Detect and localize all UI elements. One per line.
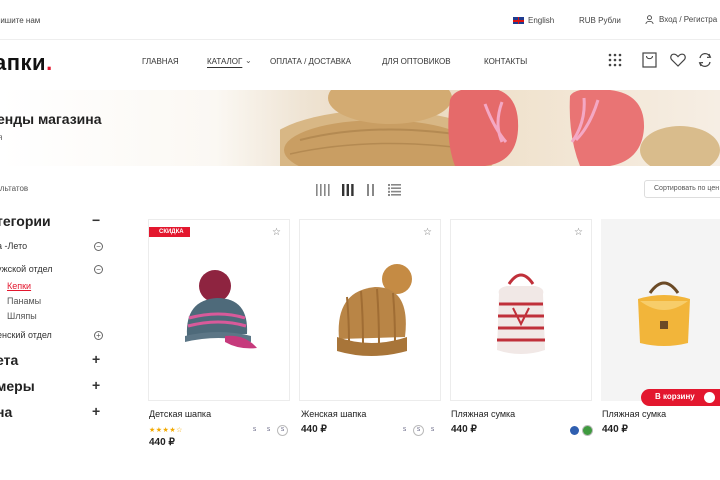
favorite-star-icon[interactable]: ☆ <box>574 227 583 238</box>
grid-icon[interactable] <box>606 51 624 69</box>
sidebar-item-hats[interactable]: Шляпы <box>7 311 37 321</box>
view-list-icon[interactable] <box>388 184 401 196</box>
filter-price-title[interactable]: на <box>0 404 12 420</box>
product-price: 440 ₽ <box>149 437 175 448</box>
product-name[interactable]: Женская шапка <box>301 409 366 419</box>
banner-image <box>280 90 720 166</box>
refresh-icon[interactable] <box>696 51 714 69</box>
product-price: 440 ₽ <box>451 424 477 435</box>
product-card[interactable]: ☆ <box>450 219 592 401</box>
filter-size-title[interactable]: меры <box>0 378 35 394</box>
product-card[interactable]: скидка ☆ <box>148 219 290 401</box>
collapse-icon[interactable]: − <box>92 212 100 228</box>
collapse-circle-icon[interactable]: − <box>94 265 103 274</box>
page-title: енды магазина <box>0 111 102 127</box>
favorite-star-icon[interactable]: ☆ <box>272 227 281 238</box>
color-swatch[interactable]: S <box>428 426 437 435</box>
favorite-star-icon[interactable]: ☆ <box>423 227 432 238</box>
view-3-columns-icon[interactable] <box>342 184 354 196</box>
color-swatch-blue[interactable] <box>570 426 579 435</box>
product-image[interactable] <box>149 220 289 402</box>
expand-icon[interactable]: + <box>92 351 100 367</box>
heart-icon[interactable] <box>669 51 687 69</box>
product-name[interactable]: Детская шапка <box>149 409 211 419</box>
results-count: ультатов <box>0 184 29 193</box>
login-link[interactable]: Вход / Регистра <box>645 15 717 24</box>
sidebar-item-summer[interactable]: а -Лето <box>0 241 27 251</box>
color-swatch-selected[interactable]: S <box>413 425 424 436</box>
product-image[interactable] <box>602 220 720 402</box>
nav-home[interactable]: ГЛАВНАЯ <box>142 57 179 66</box>
nav-contacts[interactable]: КОНТАКТЫ <box>484 57 527 66</box>
sidebar-item-panamas[interactable]: Панамы <box>7 296 41 306</box>
filter-color-title[interactable]: ета <box>0 352 18 368</box>
product-price: 440 ₽ <box>602 424 628 435</box>
product-rating: ★★★★☆ <box>149 427 183 434</box>
expand-circle-icon[interactable]: + <box>94 331 103 340</box>
view-2-columns-icon[interactable] <box>366 184 376 196</box>
toggle-knob <box>704 392 715 403</box>
uk-flag-icon <box>513 17 524 24</box>
login-label: Вход / Регистра <box>659 15 718 24</box>
sidebar-item-caps[interactable]: Кепки <box>7 281 31 291</box>
color-swatch-green[interactable] <box>582 425 593 436</box>
currency-selector[interactable]: RUB Рубли <box>579 16 621 25</box>
color-swatch[interactable]: S <box>264 426 273 435</box>
collapse-circle-icon[interactable]: − <box>94 242 103 251</box>
color-swatch-selected[interactable]: S <box>277 425 288 436</box>
color-swatch[interactable]: S <box>400 426 409 435</box>
sidebar-categories-title[interactable]: тегории <box>0 213 51 229</box>
page-banner: енды магазина я <box>0 90 720 166</box>
product-image[interactable] <box>300 220 440 402</box>
sidebar-item-womens[interactable]: енский отдел <box>0 330 52 340</box>
top-bar: пишите нам English RUB Рубли Вход / Реги… <box>0 0 720 40</box>
nav-wholesale[interactable]: ДЛЯ ОПТОВИКОВ <box>382 57 451 66</box>
main-header: апки. ГЛАВНАЯ КАТАЛОГ ⌄ ОПЛАТА / ДОСТАВК… <box>0 40 720 88</box>
expand-icon[interactable]: + <box>92 403 100 419</box>
sort-dropdown[interactable]: Сортировать по цен <box>644 180 720 198</box>
user-icon <box>645 15 654 24</box>
expand-icon[interactable]: + <box>92 377 100 393</box>
nav-catalog[interactable]: КАТАЛОГ <box>207 57 242 66</box>
product-card[interactable] <box>601 219 720 401</box>
view-4-columns-icon[interactable] <box>316 184 330 196</box>
product-image[interactable] <box>451 220 591 402</box>
site-logo[interactable]: апки. <box>0 50 53 76</box>
nav-payment-delivery[interactable]: ОПЛАТА / ДОСТАВКА <box>270 57 351 66</box>
language-label: English <box>528 16 555 25</box>
add-to-cart-button[interactable]: В корзину <box>641 389 720 406</box>
contact-link[interactable]: пишите нам <box>0 16 40 25</box>
cart-icon[interactable] <box>640 51 658 69</box>
product-price: 440 ₽ <box>301 424 327 435</box>
color-swatch[interactable]: S <box>250 426 259 435</box>
view-switcher <box>316 184 401 196</box>
sidebar-item-mens[interactable]: ужской отдел <box>0 264 53 274</box>
sale-badge: скидка <box>149 227 190 237</box>
product-name[interactable]: Пляжная сумка <box>602 409 666 419</box>
add-to-cart-label: В корзину <box>655 392 695 401</box>
breadcrumb[interactable]: я <box>0 133 2 142</box>
chevron-down-icon[interactable]: ⌄ <box>245 56 252 65</box>
language-selector[interactable]: English <box>513 16 554 25</box>
product-card[interactable]: ☆ <box>299 219 441 401</box>
product-name[interactable]: Пляжная сумка <box>451 409 515 419</box>
